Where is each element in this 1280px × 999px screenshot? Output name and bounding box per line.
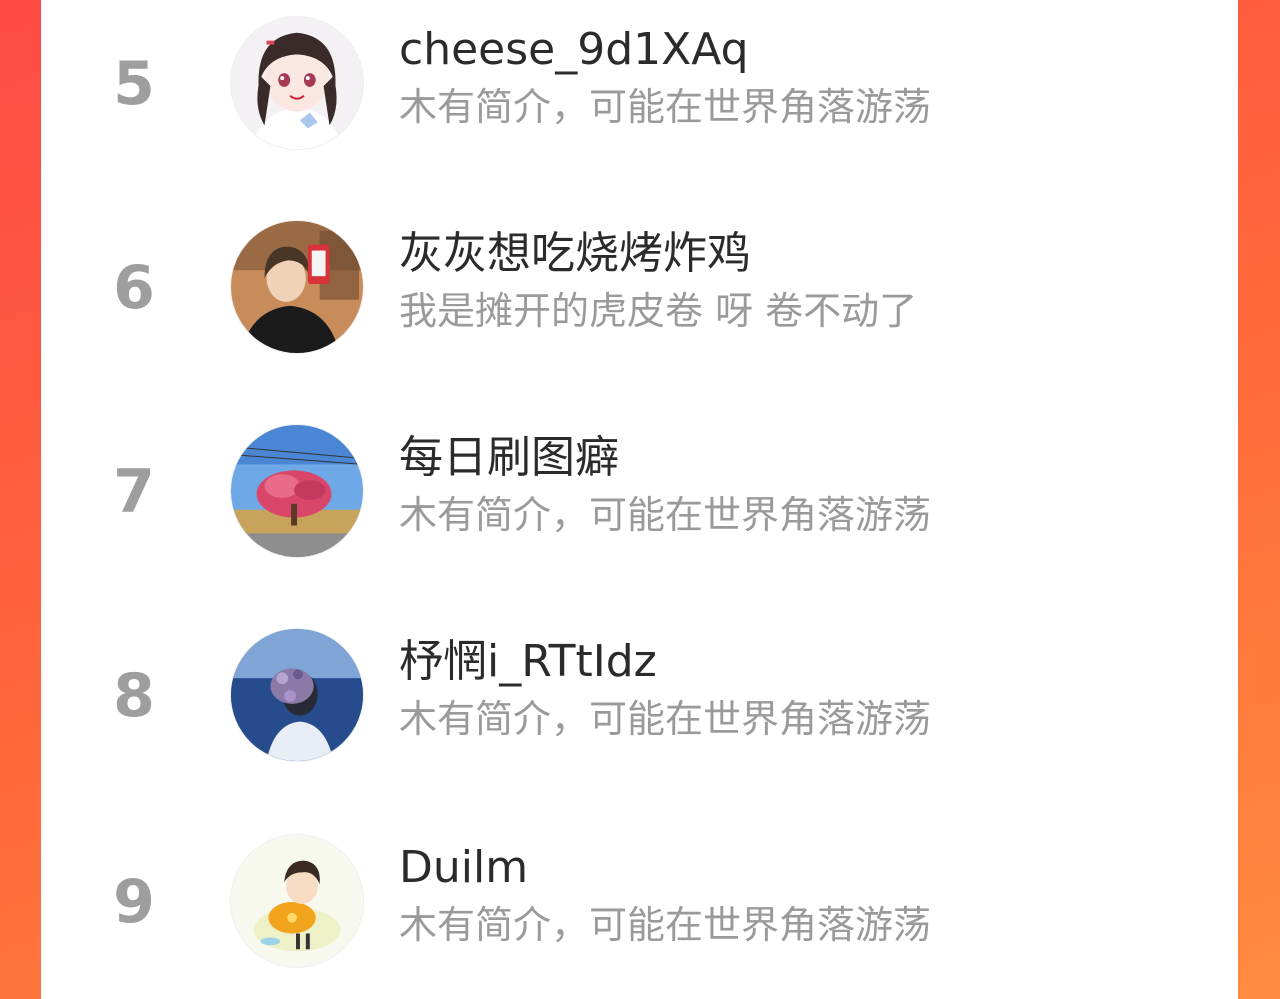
user-bio: 木有简介，可能在世界角落游荡	[399, 903, 932, 947]
list-item[interactable]: 5 cheese_9d1XAq 木有简介，可能在世界角落游荡	[41, 16, 1238, 196]
user-name[interactable]: 杼惘i_RTtIdz	[399, 634, 657, 690]
ranking-list-card: 5 cheese_9d1XAq 木有简介，可能在世界角落游荡 6 灰灰想吃烧烤炸…	[41, 0, 1238, 999]
list-item[interactable]: 7 每日刷图癖 木有简介，可能在世界角落游荡	[41, 424, 1238, 604]
list-item[interactable]: 9 Duilm 木有简介，可能在世界角落游荡	[41, 834, 1238, 999]
girl-with-flowers-avatar-icon[interactable]	[230, 628, 364, 762]
list-item[interactable]: 8 杼惘i_RTtIdz 木有简介，可能在世界角落游荡	[41, 628, 1238, 808]
rank-number: 5	[113, 49, 155, 119]
user-bio: 木有简介，可能在世界角落游荡	[399, 85, 932, 129]
user-name[interactable]: 每日刷图癖	[399, 430, 619, 486]
user-name[interactable]: Duilm	[399, 840, 528, 896]
cartoon-boy-avatar-icon[interactable]	[230, 834, 364, 968]
anime-girl-avatar-icon[interactable]	[230, 16, 364, 150]
user-name[interactable]: cheese_9d1XAq	[399, 22, 749, 78]
rank-number: 8	[113, 661, 155, 731]
user-bio: 木有简介，可能在世界角落游荡	[399, 493, 932, 537]
rank-number: 6	[113, 253, 155, 323]
user-bio: 木有简介，可能在世界角落游荡	[399, 697, 932, 741]
user-name[interactable]: 灰灰想吃烧烤炸鸡	[399, 226, 751, 282]
user-bio: 我是摊开的虎皮卷 呀 卷不动了	[399, 289, 918, 333]
list-item[interactable]: 6 灰灰想吃烧烤炸鸡 我是摊开的虎皮卷 呀 卷不动了	[41, 220, 1238, 400]
blossom-tree-avatar-icon[interactable]	[230, 424, 364, 558]
rank-number: 7	[113, 457, 155, 527]
rank-number: 9	[113, 867, 155, 937]
selfie-photo-avatar-icon[interactable]	[230, 220, 364, 354]
